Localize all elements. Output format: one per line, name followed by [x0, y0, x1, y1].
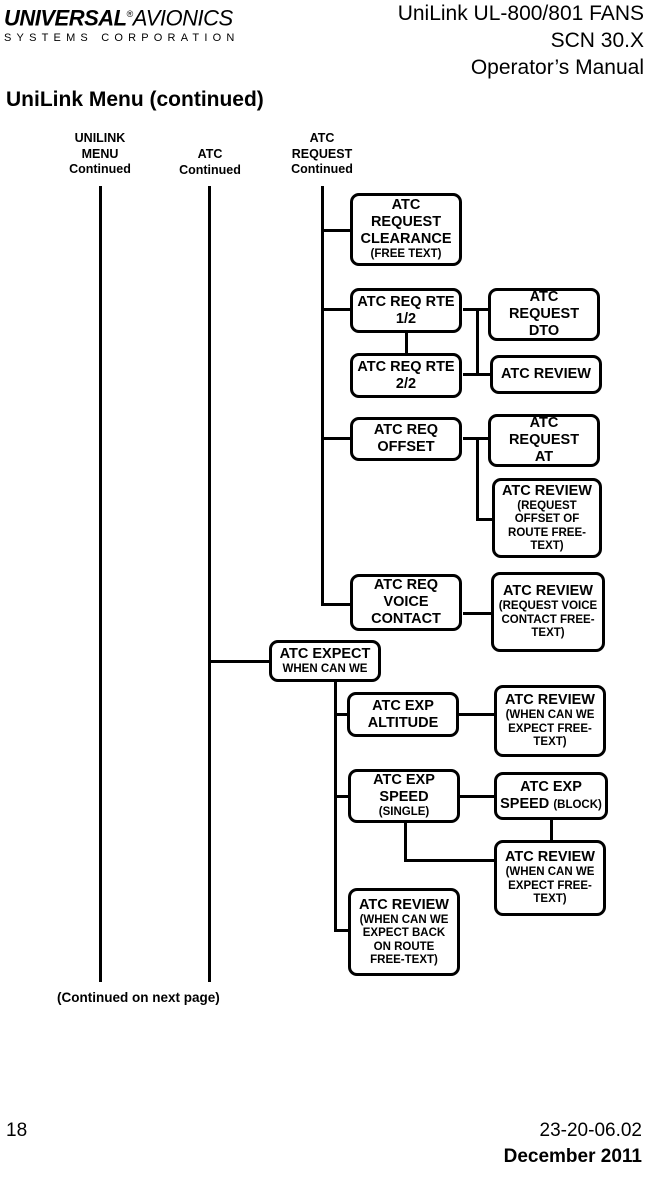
spine-atc-expect — [334, 682, 337, 931]
connector-speed-block-to-review — [550, 818, 553, 840]
continued-on-next-page-note: (Continued on next page) — [57, 990, 220, 1005]
node-atc-request-at[interactable]: ATC REQUEST AT — [488, 414, 600, 467]
connector-spine-to-req-rte — [321, 308, 353, 311]
unilink-menu-flowchart: UNILINK MENU Continued ATC Continued ATC… — [0, 0, 648, 1179]
node-atc-req-voice-contact[interactable]: ATC REQ VOICE CONTACT — [350, 574, 462, 631]
node-title: ATC REQUEST CLEARANCE — [360, 197, 452, 248]
connector-spine-to-voice-contact — [321, 603, 353, 606]
document-number: 23-20-06.02 — [539, 1120, 642, 1141]
page-number: 18 — [6, 1120, 28, 1141]
node-atc-review-voice[interactable]: ATC REVIEW (REQUEST VOICE CONTACT FREE- … — [491, 572, 605, 652]
column-header-atc-request: ATC REQUEST Continued — [291, 131, 353, 176]
node-subtitle: (WHEN CAN WE EXPECT FREE- TEXT) — [505, 709, 595, 749]
node-subtitle: (REQUEST OFFSET OF ROUTE FREE- TEXT) — [508, 499, 586, 553]
node-title: ATC EXP — [520, 778, 582, 795]
node-title: ATC EXP SPEED — [373, 772, 435, 806]
connector-rte-vertical-bus — [476, 308, 479, 376]
node-title: ATC REQUEST AT — [508, 415, 580, 465]
connector-atc-spine-to-expect — [208, 660, 271, 663]
spine-atc-request — [321, 186, 324, 606]
node-title: ATC REQUEST DTO — [508, 289, 580, 339]
node-atc-request-clearance[interactable]: ATC REQUEST CLEARANCE (FREE TEXT) — [350, 193, 462, 266]
node-atc-exp-altitude[interactable]: ATC EXP ALTITUDE — [347, 692, 459, 737]
node-atc-expect[interactable]: ATC EXPECT WHEN CAN WE — [269, 640, 381, 682]
connector-rte1-to-rte2 — [405, 333, 408, 355]
node-title: ATC REVIEW — [359, 896, 449, 913]
connector-offset-vertical-bus — [476, 437, 479, 521]
node-subtitle: (WHEN CAN WE EXPECT FREE- TEXT) — [505, 866, 595, 906]
node-title: ATC REQ RTE 2/2 — [357, 358, 455, 392]
node-title: ATC REQ OFFSET — [373, 422, 439, 455]
node-atc-req-rte-2-2[interactable]: ATC REQ RTE 2/2 — [350, 353, 462, 398]
node-title: ATC REVIEW — [505, 692, 595, 709]
node-title-second-line: SPEED (BLOCK) — [500, 796, 602, 814]
node-atc-exp-speed-block[interactable]: ATC EXP SPEED (BLOCK) — [494, 772, 608, 820]
node-subtitle: (WHEN CAN WE EXPECT BACK ON ROUTE FREE-T… — [359, 913, 449, 967]
node-subtitle: WHEN CAN WE — [282, 662, 368, 675]
connector-speed-single-to-block — [460, 795, 495, 798]
node-atc-review-speed[interactable]: ATC REVIEW (WHEN CAN WE EXPECT FREE- TEX… — [494, 840, 606, 916]
node-title: ATC REVIEW — [503, 583, 593, 600]
node-title: ATC REVIEW — [502, 482, 592, 499]
node-title: ATC EXPECT — [279, 645, 371, 662]
node-subtitle: (SINGLE) — [378, 806, 430, 819]
connector-spine-to-req-offset — [321, 437, 353, 440]
column-header-atc: ATC Continued — [179, 147, 241, 177]
connector-speed-single-down — [404, 818, 407, 862]
spine-unilink-menu — [99, 186, 102, 982]
connector-speed-single-to-review — [404, 859, 494, 862]
connector-voice-to-review — [463, 612, 493, 615]
page-footer: 18 23-20-06.02 December 2011 — [0, 1120, 648, 1179]
node-atc-review-back-on-route[interactable]: ATC REVIEW (WHEN CAN WE EXPECT BACK ON R… — [348, 888, 460, 976]
node-atc-review-offset[interactable]: ATC REVIEW (REQUEST OFFSET OF ROUTE FREE… — [492, 478, 602, 558]
node-title: ATC REVIEW — [501, 366, 591, 382]
node-title: ATC REQ RTE 1/2 — [357, 293, 455, 327]
node-inline-subtitle: (BLOCK) — [553, 798, 602, 811]
node-atc-exp-speed-single[interactable]: ATC EXP SPEED (SINGLE) — [348, 769, 460, 823]
node-atc-review-altitude[interactable]: ATC REVIEW (WHEN CAN WE EXPECT FREE- TEX… — [494, 685, 606, 757]
document-date: December 2011 — [503, 1146, 642, 1167]
node-subtitle: (REQUEST VOICE CONTACT FREE- TEXT) — [498, 600, 598, 640]
connector-spine-to-request-clearance — [321, 229, 353, 232]
node-title: ATC EXP ALTITUDE — [367, 697, 439, 731]
node-title: ATC REVIEW — [505, 849, 595, 866]
node-atc-request-dto[interactable]: ATC REQUEST DTO — [488, 288, 600, 341]
node-title-speed: SPEED — [500, 795, 550, 812]
column-header-unilink-menu: UNILINK MENU Continued — [69, 131, 131, 176]
spine-atc — [208, 186, 211, 982]
node-title: ATC REQ VOICE CONTACT — [371, 577, 441, 627]
node-atc-req-offset[interactable]: ATC REQ OFFSET — [350, 417, 462, 461]
node-atc-review-rte[interactable]: ATC REVIEW — [490, 355, 602, 394]
node-atc-req-rte-1-2[interactable]: ATC REQ RTE 1/2 — [350, 288, 462, 333]
node-subtitle: (FREE TEXT) — [370, 248, 442, 261]
